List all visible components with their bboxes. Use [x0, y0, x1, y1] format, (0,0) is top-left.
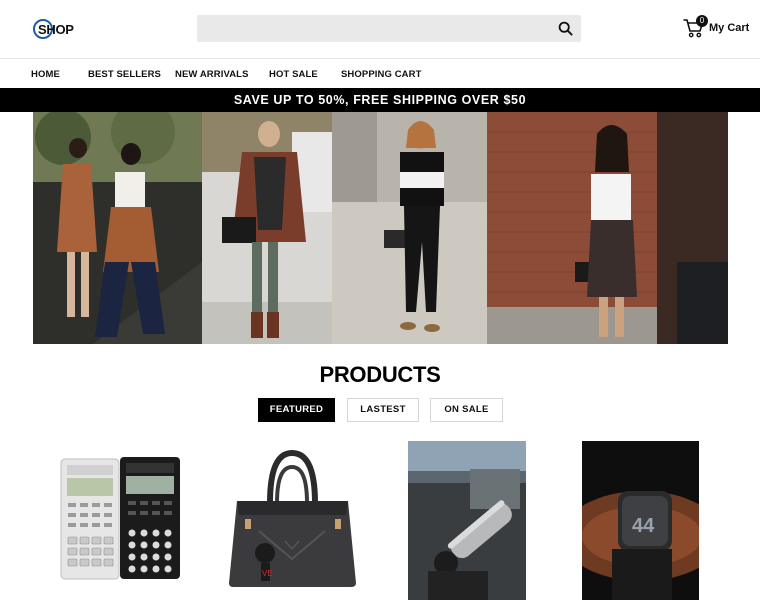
hero-banner[interactable] [33, 112, 728, 344]
tab-featured[interactable]: FEATURED [258, 398, 335, 422]
products-heading: PRODUCTS [319, 362, 441, 387]
nav-item-shopping-cart[interactable]: SHOPPING CART [341, 69, 421, 80]
main-nav: HOME BEST SELLERS NEW ARRIVALS HOT SALE … [0, 58, 760, 88]
product-card-machine[interactable] [408, 441, 526, 600]
search-input[interactable] [197, 15, 547, 42]
banner-photo-street-walkers [33, 112, 202, 344]
search-icon[interactable] [558, 21, 573, 36]
handbag-image: VE [225, 441, 360, 600]
nav-item-new-arrivals[interactable]: NEW ARRIVALS [175, 69, 249, 80]
smartwatch-image: 44 [582, 441, 699, 600]
cart-label: My Cart [709, 22, 750, 34]
watch-display-text: 44 [632, 515, 655, 537]
product-card-handbag[interactable]: VE [225, 441, 360, 600]
nav-item-hot-sale[interactable]: HOT SALE [269, 69, 318, 80]
cart-button[interactable]: 0 My Cart [683, 15, 750, 40]
search-bar [197, 15, 581, 42]
banner-photo-scarf-woman [202, 112, 332, 344]
calculators-image [58, 441, 183, 600]
machine-image [408, 441, 526, 600]
svg-text:VE: VE [262, 569, 273, 578]
tab-on-sale[interactable]: ON SALE [430, 398, 503, 422]
product-card-smartwatch[interactable]: 44 [582, 441, 699, 600]
promo-banner: SAVE UP TO 50%, FREE SHIPPING OVER $50 [0, 88, 760, 112]
nav-item-home[interactable]: HOME [31, 69, 60, 80]
tab-lastest[interactable]: LASTEST [347, 398, 419, 422]
banner-photo-brick-wall [487, 112, 728, 344]
nav-item-best-sellers[interactable]: BEST SELLERS [88, 69, 161, 80]
cart-count-badge: 0 [696, 15, 708, 27]
shop-logo[interactable]: SHOP [33, 19, 75, 39]
site-header: SHOP 0 My Cart [0, 0, 760, 58]
banner-photo-striped-top [332, 112, 487, 344]
product-card-calculators[interactable] [58, 441, 183, 600]
logo-text: SHOP [38, 22, 74, 37]
